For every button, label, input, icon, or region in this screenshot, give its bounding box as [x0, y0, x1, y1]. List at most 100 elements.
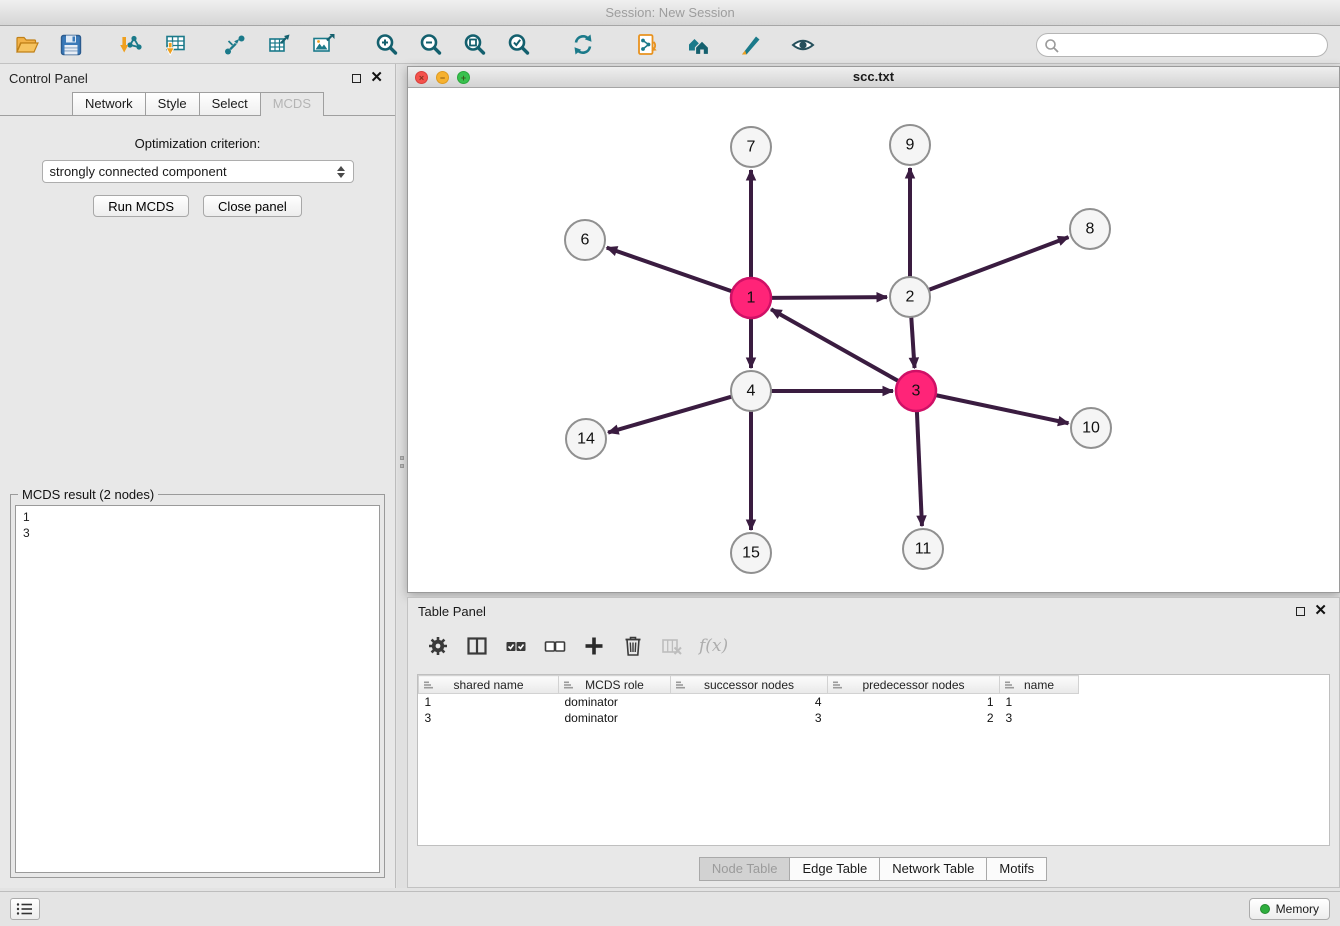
column-header-name[interactable]: name [1000, 676, 1079, 694]
minimize-window-button[interactable]: − [436, 71, 449, 84]
deselect-all-columns-button[interactable] [543, 634, 567, 658]
graph-node-label: 14 [577, 431, 595, 448]
table-cell[interactable]: 3 [1000, 710, 1079, 726]
graph-node-label: 15 [742, 545, 760, 562]
first-neighbors-button[interactable] [218, 29, 252, 61]
optimization-criterion-label: Optimization criterion: [0, 136, 395, 151]
tab-motifs[interactable]: Motifs [986, 857, 1047, 881]
zoom-fit-button[interactable] [458, 29, 492, 61]
maximize-window-button[interactable]: + [457, 71, 470, 84]
import-network-icon [118, 32, 144, 58]
refresh-layout-button[interactable] [566, 29, 600, 61]
close-panel-icon[interactable]: ✕ [370, 72, 383, 84]
column-header-successor-nodes[interactable]: successor nodes [671, 676, 828, 694]
table-settings-button[interactable] [426, 634, 450, 658]
vertical-splitter[interactable] [397, 64, 407, 888]
delete-row-button[interactable] [621, 634, 645, 658]
refresh-icon [570, 32, 596, 58]
zoom-out-button[interactable] [414, 29, 448, 61]
table-cell[interactable]: 3 [671, 710, 828, 726]
table-cell[interactable]: 4 [671, 694, 828, 710]
show-hide-button[interactable] [786, 29, 820, 61]
tab-style[interactable]: Style [145, 92, 200, 115]
float-table-panel-icon[interactable] [1296, 607, 1305, 616]
graph-edge-3-11[interactable] [917, 411, 922, 526]
tab-network-table[interactable]: Network Table [879, 857, 987, 881]
select-all-columns-button[interactable] [504, 634, 528, 658]
zoom-in-button[interactable] [370, 29, 404, 61]
sort-icon [1004, 680, 1014, 690]
tab-network[interactable]: Network [72, 92, 146, 115]
import-table-button[interactable] [158, 29, 192, 61]
table-row[interactable]: 1dominator411 [419, 694, 1079, 710]
column-header-MCDS-role[interactable]: MCDS role [559, 676, 671, 694]
table-cell[interactable]: 1 [419, 694, 559, 710]
control-panel-tabs: Network Style Select MCDS [0, 92, 395, 116]
table-cell[interactable]: 2 [828, 710, 1000, 726]
memory-button[interactable]: Memory [1249, 898, 1330, 920]
task-history-button[interactable] [10, 898, 40, 920]
trash-icon [622, 635, 644, 657]
optimization-criterion-dropdown[interactable]: strongly connected component [42, 160, 354, 183]
mcds-result-text[interactable]: 13 [15, 505, 380, 873]
checked-boxes-icon [505, 635, 527, 657]
graph-edge-3-10[interactable] [936, 395, 1069, 423]
graph-edge-3-1[interactable] [771, 309, 899, 381]
close-panel-button[interactable]: Close panel [203, 195, 302, 217]
graph-node-label: 3 [912, 383, 921, 400]
delete-column-icon [661, 635, 683, 657]
new-network-from-table-button[interactable] [262, 29, 296, 61]
style-button[interactable] [734, 29, 768, 61]
graph-node-label: 8 [1086, 221, 1095, 238]
network-from-selection-button[interactable] [630, 29, 664, 61]
unchecked-boxes-icon [544, 635, 566, 657]
preferred-layout-button[interactable] [682, 29, 716, 61]
show-columns-button[interactable] [465, 634, 489, 658]
float-panel-icon[interactable] [352, 74, 361, 83]
table-cell[interactable]: dominator [559, 694, 671, 710]
export-image-button[interactable] [306, 29, 340, 61]
table-cell[interactable]: 1 [828, 694, 1000, 710]
delete-column-button [660, 634, 684, 658]
import-network-button[interactable] [114, 29, 148, 61]
paintbrush-icon [738, 32, 764, 58]
graph-edge-2-8[interactable] [929, 237, 1069, 290]
graph-edge-1-6[interactable] [607, 248, 732, 292]
graph-edge-4-14[interactable] [608, 397, 732, 433]
tab-mcds[interactable]: MCDS [260, 92, 324, 116]
table-cell[interactable]: 1 [1000, 694, 1079, 710]
table-panel-title: Table Panel [418, 604, 486, 619]
add-column-button[interactable] [582, 634, 606, 658]
table-panel: Table Panel ✕ [407, 597, 1340, 888]
eye-icon [790, 32, 816, 58]
mcds-result-title: MCDS result (2 nodes) [18, 487, 158, 502]
table-cell[interactable]: 3 [419, 710, 559, 726]
close-window-button[interactable]: × [415, 71, 428, 84]
sort-icon [563, 680, 573, 690]
table-cell[interactable]: dominator [559, 710, 671, 726]
graph-node-label: 7 [747, 139, 756, 156]
tab-node-table[interactable]: Node Table [699, 857, 791, 881]
network-graph[interactable]: 7968124314101511 [408, 88, 1339, 592]
open-session-button[interactable] [10, 29, 44, 61]
graph-node-label: 2 [906, 289, 915, 306]
close-table-panel-icon[interactable]: ✕ [1314, 605, 1327, 617]
graph-edge-2-3[interactable] [911, 317, 914, 368]
column-header-predecessor-nodes[interactable]: predecessor nodes [828, 676, 1000, 694]
window-titlebar: Session: New Session [0, 0, 1340, 26]
table-row[interactable]: 3dominator323 [419, 710, 1079, 726]
search-input[interactable] [1036, 33, 1328, 57]
graph-edge-1-2[interactable] [771, 297, 887, 298]
status-bar: Memory [0, 891, 1340, 926]
save-session-button[interactable] [54, 29, 88, 61]
run-mcds-button[interactable]: Run MCDS [93, 195, 189, 217]
sort-icon [675, 680, 685, 690]
network-canvas[interactable]: 7968124314101511 [408, 88, 1339, 592]
dropdown-value: strongly connected component [50, 164, 227, 179]
tab-edge-table[interactable]: Edge Table [789, 857, 880, 881]
column-header-shared-name[interactable]: shared name [419, 676, 559, 694]
main-toolbar [0, 26, 1340, 64]
zoom-selected-button[interactable] [502, 29, 536, 61]
mcds-result-line: 3 [23, 525, 372, 541]
tab-select[interactable]: Select [199, 92, 261, 115]
